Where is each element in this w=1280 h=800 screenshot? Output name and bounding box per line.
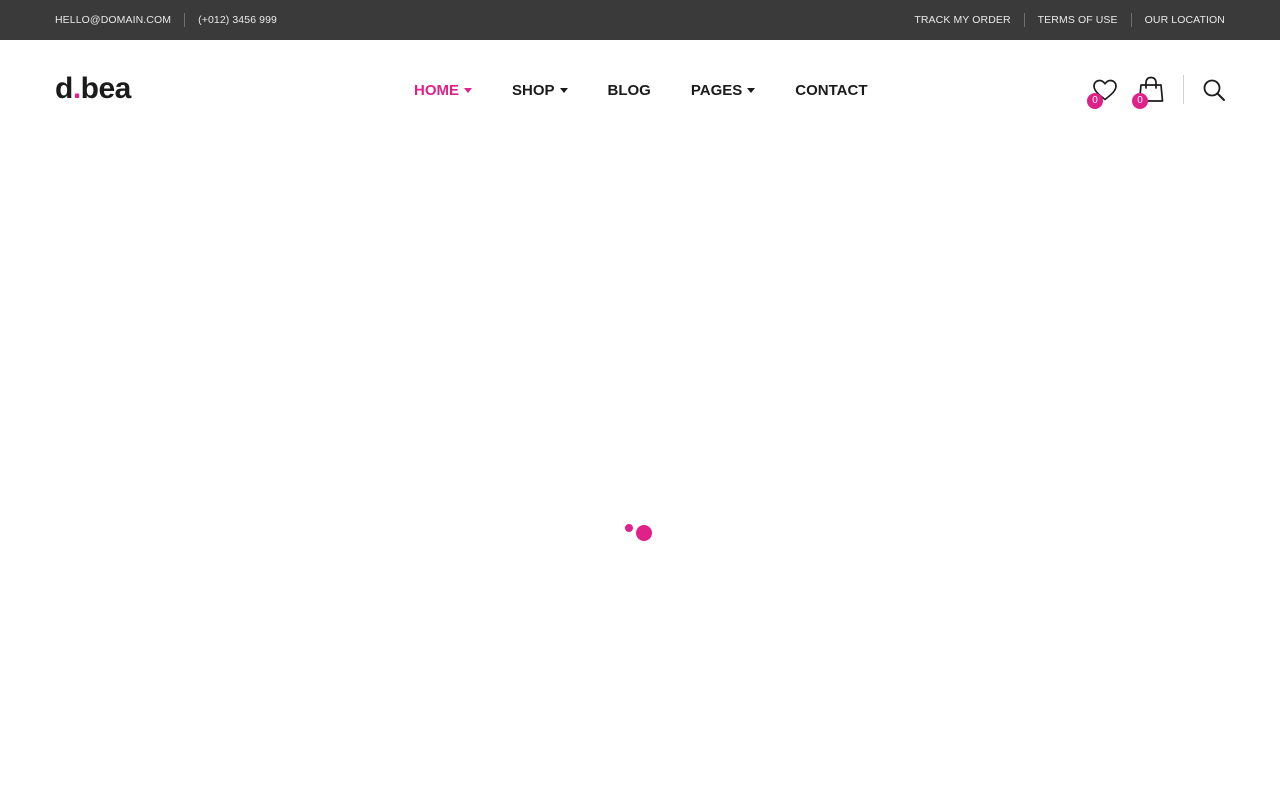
divider [1183,75,1184,104]
nav-item-label: SHOP [512,81,555,99]
logo-text-right: bea [80,72,132,105]
logo-dot: . [72,72,81,105]
loading-dots-icon [620,520,660,544]
loader-dot-large [636,525,652,541]
cart-count-badge: 0 [1132,93,1148,109]
email-link[interactable]: HELLO@DOMAIN.COM [55,14,171,26]
nav-item-contact[interactable]: CONTACT [795,82,867,99]
chevron-down-icon [464,88,472,93]
track-order-link[interactable]: TRACK MY ORDER [914,14,1010,26]
nav-item-home[interactable]: HOME [414,82,472,99]
divider [1130,13,1132,27]
nav-item-label: CONTACT [795,81,868,99]
top-bar-links: TRACK MY ORDER TERMS OF USE OUR LOCATION [914,0,1225,40]
logo-text-left: d [55,72,73,105]
nav-item-label: PAGES [690,81,743,99]
cart-button[interactable]: 0 [1132,75,1166,109]
chevron-down-icon [747,88,756,93]
site-header: d.bea HOME SHOP BLOG PAGES CONTACT 0 0 [0,40,1280,140]
top-bar-contact: HELLO@DOMAIN.COM (+012) 3456 999 [55,0,277,40]
phone-link[interactable]: (+012) 3456 999 [198,14,277,26]
nav-item-label: HOME [414,81,459,99]
divider [184,13,186,27]
search-icon [1203,79,1225,101]
nav-item-shop[interactable]: SHOP [512,82,568,99]
our-location-link[interactable]: OUR LOCATION [1145,14,1225,26]
wishlist-count-badge: 0 [1087,93,1103,109]
nav-item-label: BLOG [607,81,651,99]
nav-item-blog[interactable]: BLOG [608,82,651,99]
nav-item-pages[interactable]: PAGES [690,81,756,99]
main-nav: HOME SHOP BLOG PAGES CONTACT [414,80,867,100]
site-logo[interactable]: d.bea [55,74,131,104]
search-button[interactable] [1202,78,1226,102]
terms-of-use-link[interactable]: TERMS OF USE [1038,14,1118,26]
loader-dot-small [625,524,633,532]
top-bar: HELLO@DOMAIN.COM (+012) 3456 999 TRACK M… [0,0,1280,40]
wishlist-button[interactable]: 0 [1087,77,1119,109]
divider [1023,13,1025,27]
chevron-down-icon [559,88,568,93]
